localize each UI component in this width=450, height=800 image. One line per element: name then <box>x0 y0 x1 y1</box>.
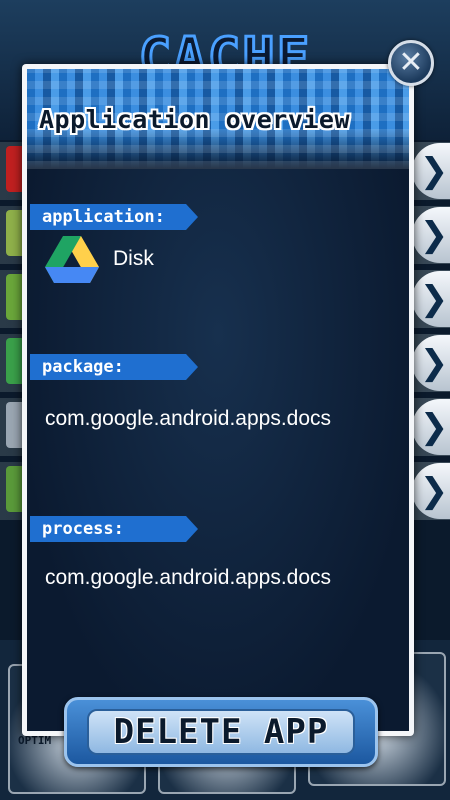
dialog-body: Application overview application: Disk p… <box>27 69 409 731</box>
package-value: com.google.android.apps.docs <box>45 407 332 430</box>
application-section-label: application: <box>30 204 198 230</box>
package-section-label: package: <box>30 354 198 380</box>
process-value: com.google.android.apps.docs <box>45 566 332 589</box>
application-overview-dialog: Application overview application: Disk p… <box>22 64 414 736</box>
delete-app-label: DELETE APP <box>113 712 329 752</box>
google-drive-icon <box>45 236 99 283</box>
delete-app-button[interactable]: DELETE APP <box>64 697 378 767</box>
close-button[interactable]: ✕ <box>388 40 434 86</box>
dialog-title: Application overview <box>39 105 351 134</box>
process-section-label: process: <box>30 516 198 542</box>
close-icon: ✕ <box>398 45 424 80</box>
delete-app-button-face: DELETE APP <box>87 709 355 755</box>
app-name: Disk <box>113 247 154 270</box>
